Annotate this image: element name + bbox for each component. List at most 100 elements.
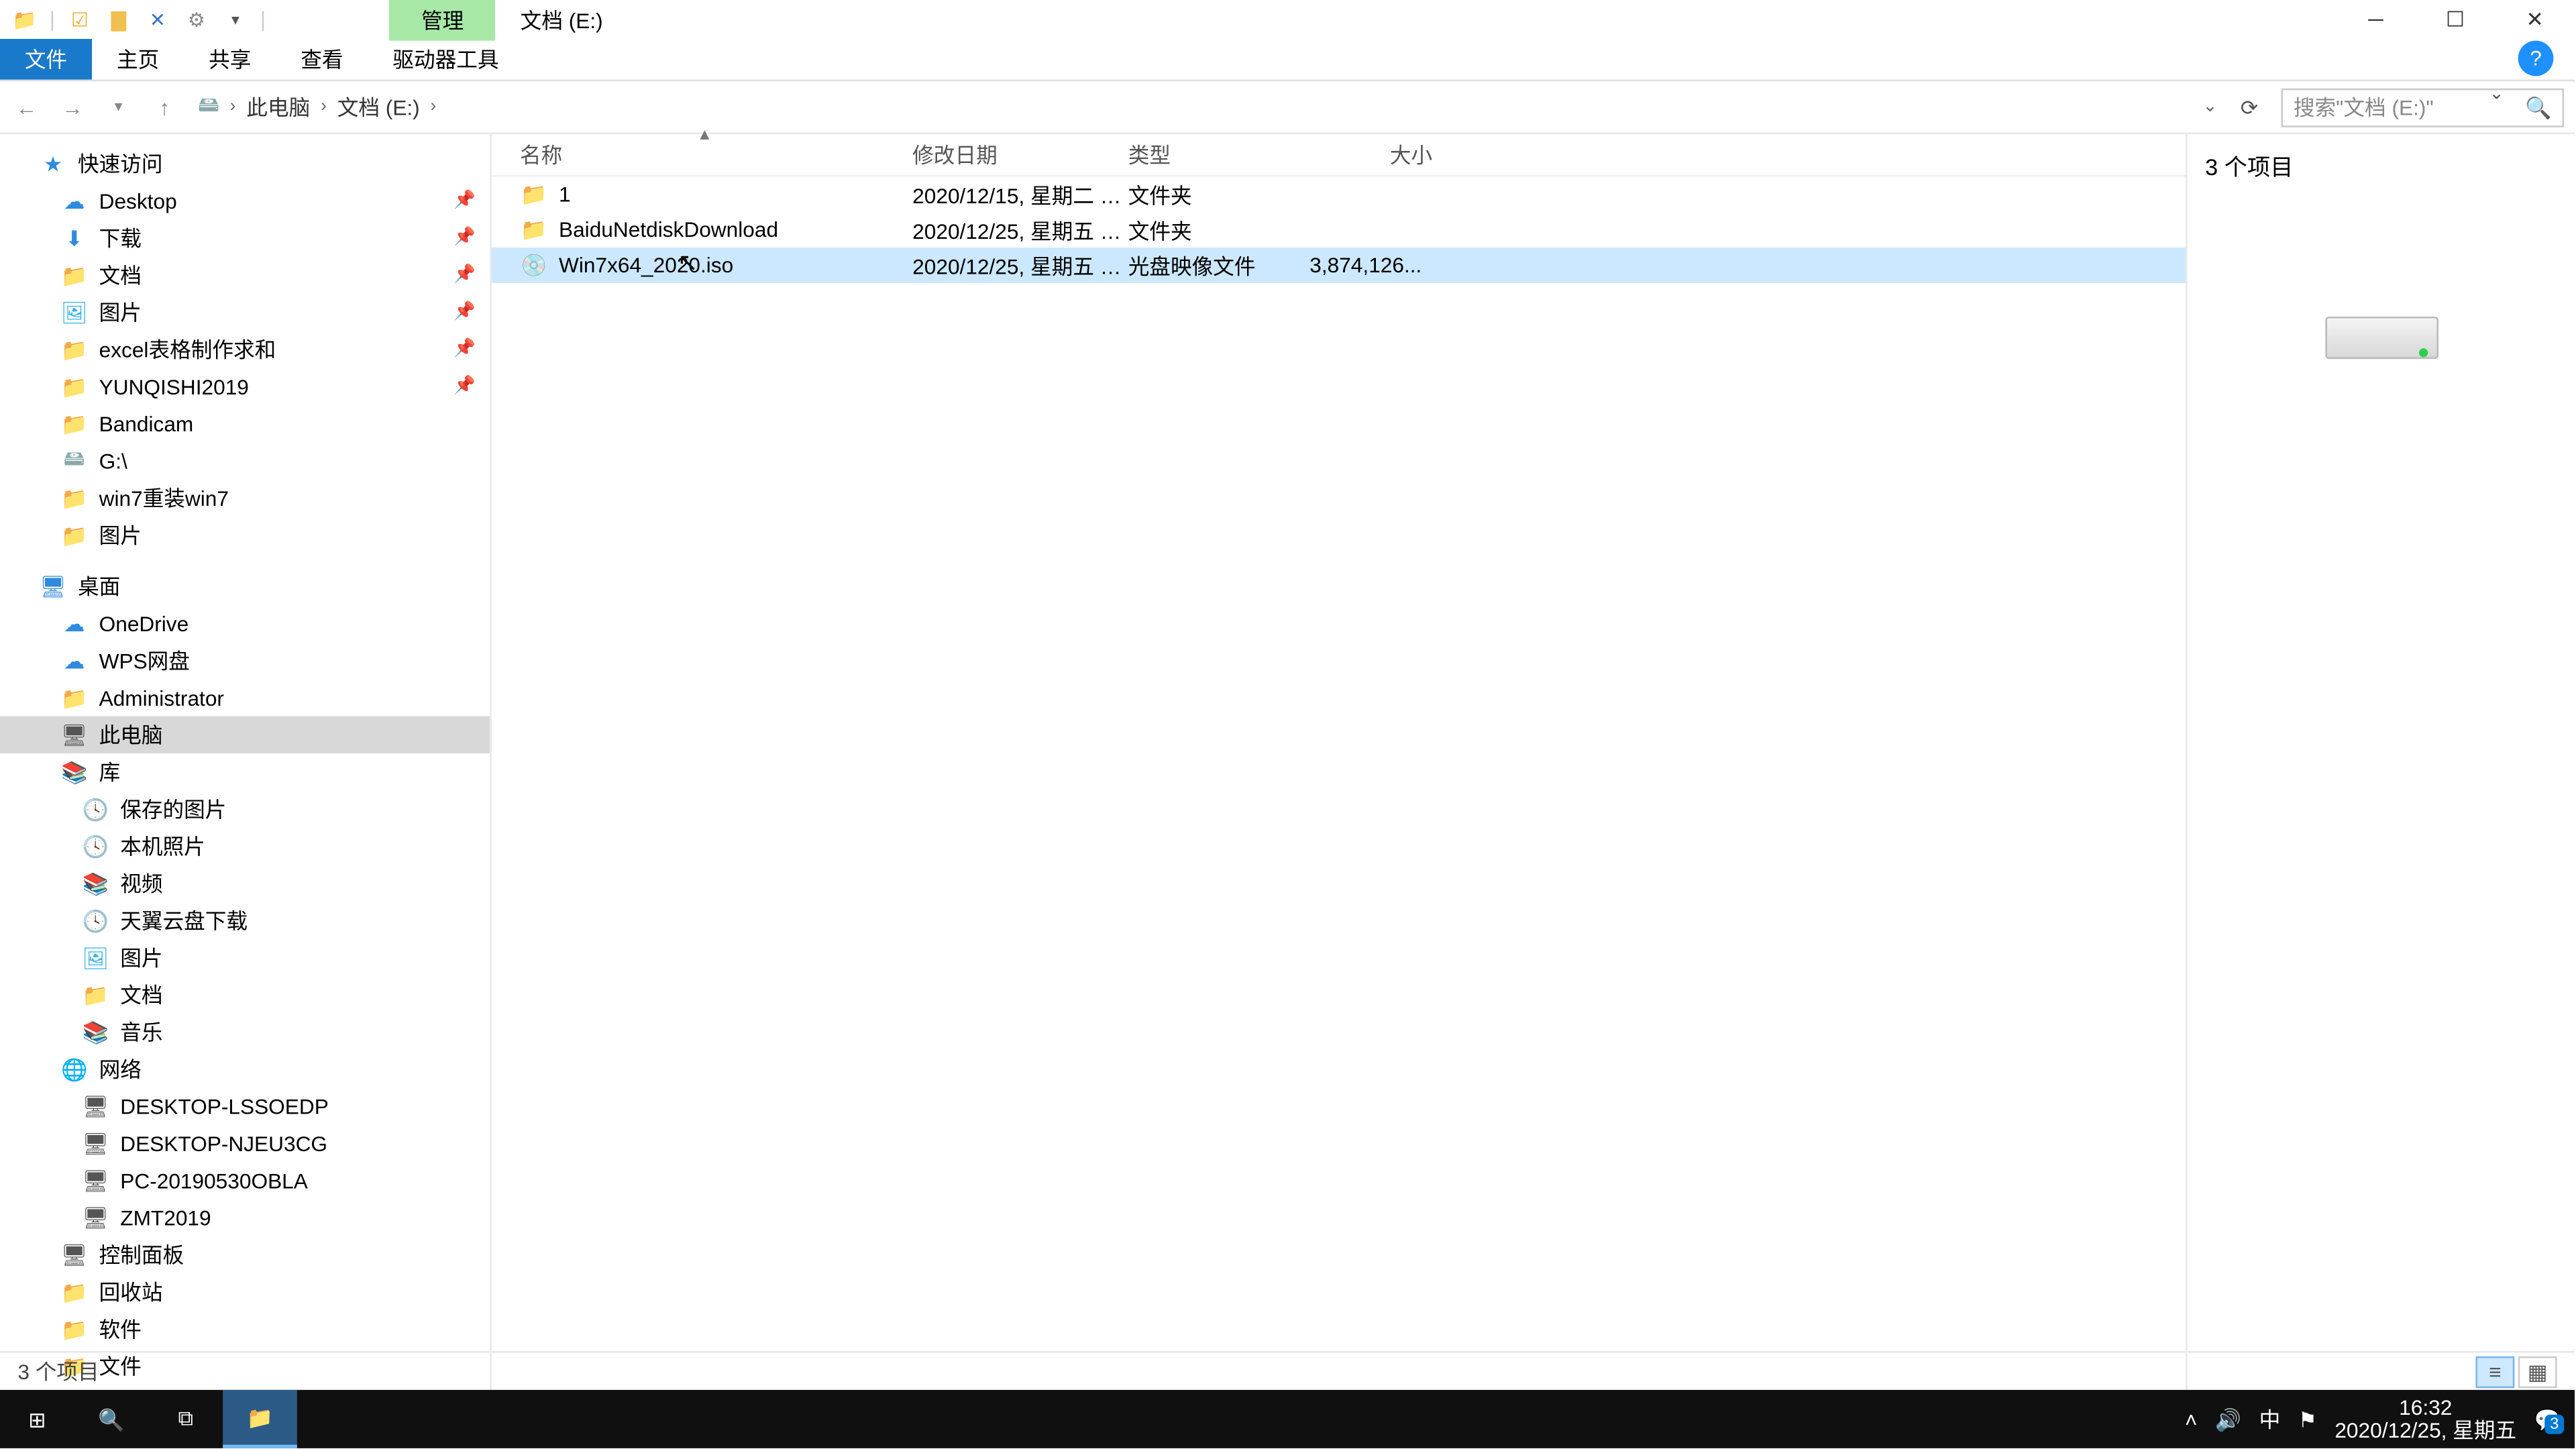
close-button[interactable]: ✕ bbox=[2495, 0, 2575, 39]
nav-quick-item[interactable]: 🖴G:\ bbox=[0, 442, 490, 479]
column-date[interactable]: 修改日期 bbox=[912, 133, 1128, 177]
nav-desktop-item[interactable]: 🖼图片 bbox=[0, 939, 490, 976]
refresh-button[interactable]: ⟳ bbox=[2232, 95, 2267, 119]
nav-desktop-item[interactable]: 🌐网络 bbox=[0, 1051, 490, 1087]
ribbon: 文件 主页 共享 查看 驱动器工具 ⌄ ? bbox=[0, 39, 2575, 81]
ribbon-tab-file[interactable]: 文件 bbox=[0, 39, 92, 80]
nav-desktop-item[interactable]: 📚视频 bbox=[0, 865, 490, 902]
nav-quick-item[interactable]: 📁excel表格制作求和📌 bbox=[0, 331, 490, 368]
fld-icon: 📁 bbox=[60, 261, 89, 289]
breadcrumb-drive[interactable]: 文档 (E:) bbox=[333, 89, 423, 125]
nav-desktop-item[interactable]: 🕓保存的图片 bbox=[0, 790, 490, 827]
file-row[interactable]: 📁BaiduNetdiskDownload2020/12/25, 星期五 1..… bbox=[492, 212, 2186, 248]
tray-ime-indicator[interactable]: 中 bbox=[2259, 1404, 2281, 1434]
nav-desktop-item[interactable]: 🕓本机照片 bbox=[0, 828, 490, 865]
column-name[interactable]: 名称▲ bbox=[520, 133, 912, 177]
ribbon-tab-drive-tools[interactable]: 驱动器工具 bbox=[368, 39, 523, 80]
search-input[interactable]: 搜索"文档 (E:)" 🔍 bbox=[2281, 87, 2564, 126]
nav-desktop-item[interactable]: 🖥DESKTOP-LSSOEDP bbox=[0, 1087, 490, 1124]
nav-desktop-item[interactable]: 🖥DESKTOP-NJEU3CG bbox=[0, 1124, 490, 1161]
tray-volume-icon[interactable]: 🔊 bbox=[2215, 1407, 2241, 1432]
nav-item-label: DESKTOP-NJEU3CG bbox=[120, 1131, 327, 1156]
search-icon[interactable]: 🔍 bbox=[2525, 95, 2551, 119]
context-tab-manage[interactable]: 管理 bbox=[390, 0, 496, 40]
task-view-button[interactable]: ⧉ bbox=[148, 1390, 223, 1448]
nav-desktop-item[interactable]: 📚库 bbox=[0, 753, 490, 790]
nav-quick-item[interactable]: 📁文档📌 bbox=[0, 256, 490, 293]
nav-item-label: WPS网盘 bbox=[99, 645, 190, 676]
nav-forward-button[interactable]: → bbox=[56, 95, 88, 119]
nav-quick-item[interactable]: 🖼图片📌 bbox=[0, 294, 490, 331]
file-row[interactable]: 📁12020/12/15, 星期二 1...文件夹 bbox=[492, 177, 2186, 213]
pin-icon: 📌 bbox=[453, 303, 476, 322]
ribbon-tab-share[interactable]: 共享 bbox=[184, 39, 276, 80]
nav-desktop-item[interactable]: 📚音乐 bbox=[0, 1013, 490, 1050]
file-row[interactable]: 💿Win7x64_2020.iso2020/12/25, 星期五 1...光盘映… bbox=[492, 248, 2186, 283]
help-icon[interactable]: ? bbox=[2518, 41, 2554, 76]
nav-desktop-item[interactable]: ☁OneDrive bbox=[0, 605, 490, 642]
qat-close-icon[interactable]: ✕ bbox=[144, 5, 172, 34]
nav-desktop-item[interactable]: 🖥ZMT2019 bbox=[0, 1199, 490, 1236]
maximize-button[interactable]: ☐ bbox=[2416, 0, 2496, 39]
view-details-button[interactable]: ≡ bbox=[2475, 1355, 2514, 1387]
nav-desktop-item[interactable]: 🕓天翼云盘下载 bbox=[0, 902, 490, 938]
pin-icon: 📌 bbox=[453, 228, 476, 248]
nav-item-label: 视频 bbox=[120, 868, 162, 898]
folder-icon: 📁 bbox=[520, 216, 548, 244]
ribbon-tab-view[interactable]: 查看 bbox=[276, 39, 368, 80]
action-center-button[interactable]: 💬 3 bbox=[2534, 1407, 2561, 1432]
nav-desktop-item[interactable]: 📁软件 bbox=[0, 1310, 490, 1347]
nav-item-label: 保存的图片 bbox=[120, 794, 226, 824]
lib-icon: 📚 bbox=[60, 758, 89, 786]
breadcrumb[interactable]: 🖴 › 此电脑 › 文档 (E:) › ⌄ bbox=[195, 89, 2218, 125]
nav-quick-item[interactable]: ⬇下载📌 bbox=[0, 219, 490, 256]
file-size: 3,874,126... bbox=[1309, 253, 1433, 278]
nav-desktop-item[interactable]: 📁Administrator bbox=[0, 679, 490, 716]
nav-desktop-item[interactable]: 📁文档 bbox=[0, 976, 490, 1013]
file-date: 2020/12/25, 星期五 1... bbox=[912, 215, 1128, 245]
nav-quick-item[interactable]: 📁win7重装win7 bbox=[0, 479, 490, 516]
qat-gear-icon[interactable]: ⚙ bbox=[182, 5, 211, 34]
chevron-right-icon[interactable]: › bbox=[230, 97, 236, 117]
start-button[interactable]: ⊞ bbox=[0, 1390, 74, 1448]
column-size[interactable]: 大小 bbox=[1309, 133, 1433, 177]
column-type[interactable]: 类型 bbox=[1128, 133, 1309, 177]
nav-back-button[interactable]: ← bbox=[11, 95, 42, 119]
nav-desktop-item[interactable]: ☁WPS网盘 bbox=[0, 642, 490, 679]
breadcrumb-pc[interactable]: 此电脑 bbox=[243, 89, 313, 125]
tray-overflow-icon[interactable]: ˄ bbox=[2185, 1407, 2197, 1432]
qat-app-icon: 📁 bbox=[11, 5, 39, 34]
view-icons-button[interactable]: ▦ bbox=[2518, 1355, 2557, 1387]
tray-flag-icon[interactable]: ⚑ bbox=[2298, 1407, 2317, 1432]
tray-clock[interactable]: 16:32 2020/12/25, 星期五 bbox=[2334, 1396, 2516, 1442]
title-bar: 📁 | ☑ ▇ ✕ ⚙ ▾ | 管理 文档 (E:) ─ ☐ ✕ bbox=[0, 0, 2575, 39]
nav-desktop-item[interactable]: 🖥此电脑 bbox=[0, 716, 490, 753]
nav-desktop-item[interactable]: 📁回收站 bbox=[0, 1273, 490, 1310]
file-name: 1 bbox=[559, 182, 571, 207]
ribbon-tab-home[interactable]: 主页 bbox=[92, 39, 184, 80]
nav-desktop-item[interactable]: 🖥PC-20190530OBLA bbox=[0, 1162, 490, 1199]
nav-quick-item[interactable]: 📁图片 bbox=[0, 517, 490, 553]
nav-recent-dropdown[interactable]: ▾ bbox=[103, 97, 134, 117]
nav-quick-item[interactable]: 📁Bandicam bbox=[0, 405, 490, 442]
qat-checkbox-icon[interactable]: ☑ bbox=[66, 5, 94, 34]
nav-item-label: PC-20190530OBLA bbox=[120, 1168, 308, 1193]
star-icon: ★ bbox=[39, 150, 67, 178]
nav-quick-item[interactable]: ☁Desktop📌 bbox=[0, 182, 490, 219]
address-dropdown-icon[interactable]: ⌄ bbox=[2202, 97, 2217, 117]
qat-folder-icon[interactable]: ▇ bbox=[105, 5, 133, 34]
nav-tree[interactable]: ★快速访问 ☁Desktop📌⬇下载📌📁文档📌🖼图片📌📁excel表格制作求和📌… bbox=[0, 134, 492, 1391]
fld-icon: 📁 bbox=[60, 409, 89, 437]
minimize-button[interactable]: ─ bbox=[2336, 0, 2416, 39]
qat-dropdown-icon[interactable]: ▾ bbox=[221, 5, 250, 34]
status-bar: 3 个项目 ≡ ▦ bbox=[0, 1351, 2575, 1390]
nav-quick-access[interactable]: ★快速访问 bbox=[0, 145, 490, 182]
taskbar-explorer-button[interactable]: 📁 bbox=[223, 1390, 297, 1448]
chevron-right-icon[interactable]: › bbox=[431, 97, 437, 117]
nav-desktop-item[interactable]: 🖥控制面板 bbox=[0, 1236, 490, 1273]
nav-desktop-root[interactable]: 🖥桌面 bbox=[0, 568, 490, 604]
chevron-right-icon[interactable]: › bbox=[321, 97, 327, 117]
nav-up-button[interactable]: ↑ bbox=[148, 95, 180, 119]
nav-quick-item[interactable]: 📁YUNQISHI2019📌 bbox=[0, 368, 490, 405]
taskbar-search-button[interactable]: 🔍 bbox=[74, 1390, 149, 1448]
